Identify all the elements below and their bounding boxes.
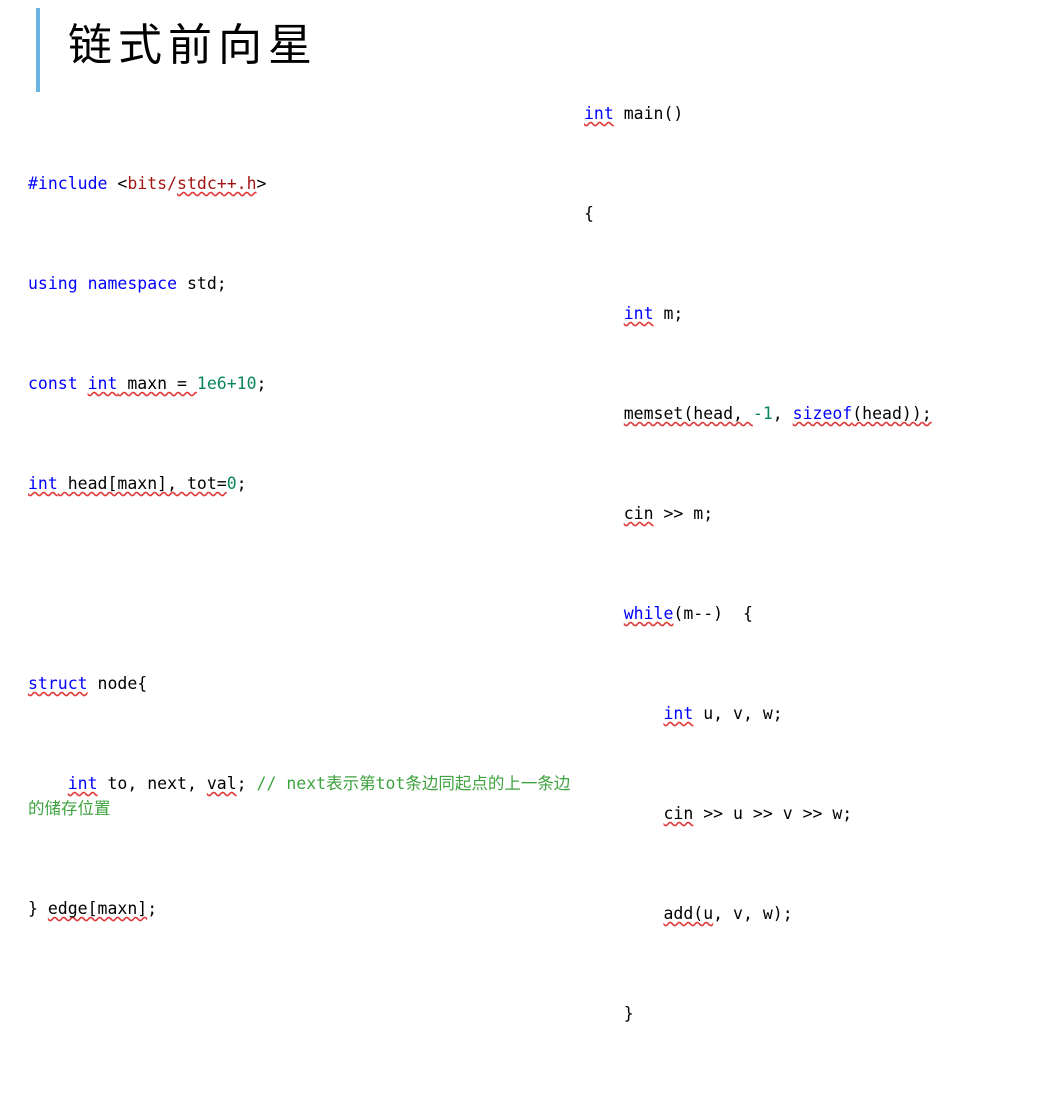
code-line: #include <bits/stdc++.h>: [28, 171, 573, 196]
code-line: {: [584, 201, 1039, 226]
token-keyword-namespace: namespace: [87, 274, 178, 293]
token-semicolon: ;: [236, 474, 247, 493]
token-number: -1: [752, 404, 773, 423]
token-keyword-sizeof: sizeof: [792, 404, 853, 423]
token-keyword-int: int: [623, 304, 654, 323]
code-line: const int maxn = 1e6+10;: [28, 371, 573, 396]
code-line: add(u, v, w);: [584, 901, 1039, 926]
token-include-header: <bits/stdc++.h>: [117, 174, 267, 193]
code-line: struct node{: [28, 671, 573, 696]
token-inner-close: }: [584, 1004, 634, 1023]
page-title: 链式前向星: [68, 20, 318, 71]
code-line: using namespace std;: [28, 271, 573, 296]
token-decl-m: m;: [653, 304, 684, 323]
token-keyword-using: using: [28, 274, 78, 293]
code-line: void add(int u, int v, int w): [28, 1096, 573, 1098]
token-cin-uvw: cin >> u >> v >> w;: [663, 804, 853, 823]
token-head-decl: head[maxn], tot=: [57, 474, 227, 493]
token-number: 1e6+10: [196, 374, 257, 393]
token-struct-close: } edge[maxn];: [28, 899, 158, 918]
token-brace-open: {: [584, 204, 594, 223]
token-identifier-maxn: maxn =: [117, 374, 197, 393]
code-snippet-page: 链式前向星 #include <bits/stdc++.h> using nam…: [0, 0, 1043, 1023]
code-line: }: [584, 1001, 1039, 1026]
token-keyword-const: const: [28, 374, 78, 393]
left-code-column: 链式前向星 #include <bits/stdc++.h> using nam…: [28, 0, 573, 1098]
token-keyword-while: while: [623, 604, 674, 623]
token-number: 0: [226, 474, 237, 493]
code-line: } edge[maxn];: [28, 896, 573, 921]
code-line: int main(): [584, 101, 1039, 126]
accent-bar: [36, 8, 40, 92]
code-line: memset(head, -1, sizeof(head));: [584, 401, 1039, 426]
code-line: int to, next, val; // next表示第tot条边同起点的上一…: [28, 771, 573, 821]
right-code-column: int main() { int m; memset(head, -1, siz…: [584, 0, 1039, 1098]
token-memset-tail: (head));: [852, 404, 932, 423]
left-code-block: #include <bits/stdc++.h> using namespace…: [28, 96, 573, 1098]
code-line: cin >> u >> v >> w;: [584, 801, 1039, 826]
code-line: cin >> m;: [584, 501, 1039, 526]
right-code-block: int main() { int m; memset(head, -1, siz…: [584, 0, 1039, 1098]
token-keyword-int: int: [584, 104, 614, 123]
token-std: std;: [186, 274, 227, 293]
token-decl-uvw: u, v, w;: [693, 704, 783, 723]
token-cin-m: cin >> m;: [623, 504, 714, 523]
token-while-cond: (m--) {: [673, 604, 753, 623]
token-keyword-int: int: [28, 474, 58, 493]
code-line: while(m--) {: [584, 601, 1039, 626]
token-memset-call: memset(head,: [623, 404, 753, 423]
token-struct-name: node{: [87, 674, 148, 693]
token-keyword-int: int: [87, 374, 118, 393]
token-struct-fields: to, next, val;: [97, 774, 257, 793]
code-line: int head[maxn], tot=0;: [28, 471, 573, 496]
token-semicolon: ;: [256, 374, 267, 393]
token-add-call: add(u, v, w);: [663, 904, 793, 923]
token-preprocessor: #include: [28, 174, 108, 193]
token-keyword-int: int: [67, 774, 98, 793]
title-block: 链式前向星: [28, 0, 573, 96]
token-keyword-struct: struct: [28, 674, 88, 693]
token-keyword-int: int: [663, 704, 694, 723]
code-line: int u, v, w;: [584, 701, 1039, 726]
code-line: int m;: [584, 301, 1039, 326]
token-comma: ,: [772, 404, 793, 423]
token-fn-main: main(): [613, 104, 684, 123]
